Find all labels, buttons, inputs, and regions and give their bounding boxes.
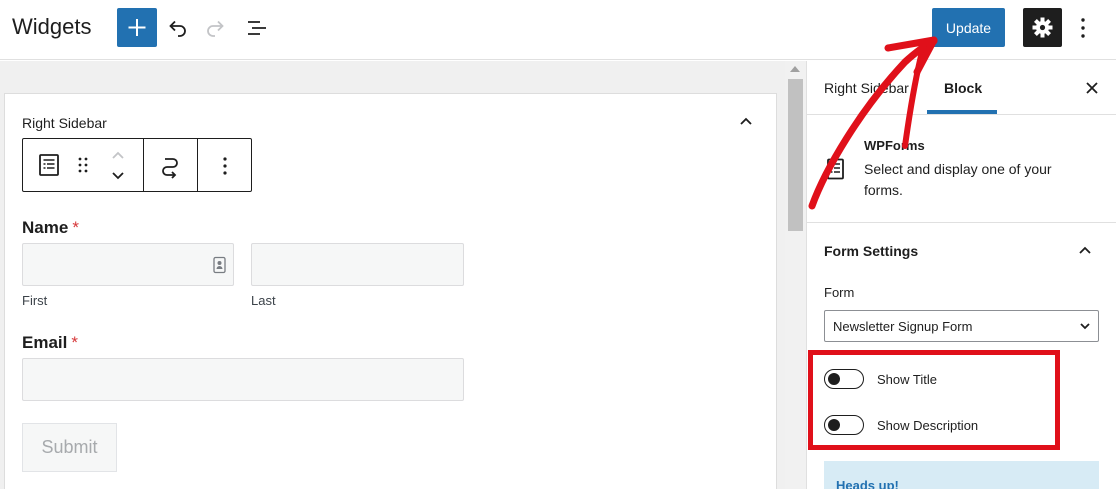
form-select-label: Form [824, 285, 855, 300]
name-label-text: Name [22, 218, 69, 237]
block-card: WPForms Select and display one of your f… [807, 115, 1116, 223]
top-toolbar: Widgets Update [0, 0, 1116, 60]
plus-icon [128, 19, 146, 36]
transform-button[interactable] [156, 152, 184, 180]
first-name-sublabel: First [22, 293, 48, 308]
list-view-icon [248, 21, 266, 35]
toggle-knob [828, 373, 840, 385]
notice-title: Heads up! [836, 478, 899, 489]
page-title: Widgets [12, 14, 92, 39]
heads-up-notice: Heads up! [824, 461, 1099, 489]
redo-button[interactable] [200, 12, 232, 44]
chevron-up-icon [740, 117, 752, 125]
toggle-knob [828, 419, 840, 431]
update-button[interactable]: Update [932, 8, 1005, 47]
redo-icon [207, 20, 224, 37]
vertical-ellipsis-icon [1081, 18, 1085, 38]
close-sidebar-button[interactable] [1082, 78, 1102, 98]
settings-button[interactable] [1023, 8, 1062, 47]
sidebar-tabs: Right Sidebar Block [807, 61, 1116, 115]
last-name-input[interactable] [251, 243, 464, 286]
widget-area-right-sidebar: Right Sidebar Name * First Last Email * … [4, 93, 777, 489]
more-options-button[interactable] [1072, 12, 1096, 44]
scroll-up-arrow-icon[interactable] [790, 66, 800, 72]
contact-card-icon [213, 256, 226, 274]
chevron-down-icon [1080, 323, 1090, 330]
widget-area-collapse-button[interactable] [734, 110, 758, 134]
tab-right-sidebar[interactable]: Right Sidebar [824, 80, 909, 96]
widget-area-title: Right Sidebar [22, 115, 107, 131]
form-select-value: Newsletter Signup Form [833, 319, 973, 334]
close-icon [1086, 82, 1098, 94]
undo-icon [169, 20, 186, 37]
scroll-thumb[interactable] [788, 79, 803, 231]
undo-button[interactable] [161, 12, 193, 44]
block-options-button[interactable] [213, 152, 237, 180]
block-toolbar [22, 138, 252, 192]
list-view-button[interactable] [241, 12, 273, 44]
name-field-label: Name * [22, 218, 79, 238]
form-block-icon [824, 157, 848, 181]
form-block-icon [39, 154, 59, 176]
gear-icon [1032, 17, 1053, 38]
toolbar-divider [197, 139, 198, 191]
chevron-up-icon [1079, 246, 1091, 254]
block-type-button[interactable] [35, 151, 63, 179]
move-down-button[interactable] [107, 166, 129, 184]
settings-sidebar: Right Sidebar Block WPForms Select and d… [806, 61, 1116, 489]
required-marker: * [72, 218, 79, 237]
add-block-button[interactable] [117, 8, 157, 47]
required-marker: * [71, 333, 78, 352]
move-up-button[interactable] [107, 147, 129, 165]
email-field-label: Email * [22, 333, 78, 353]
active-tab-indicator [927, 110, 997, 114]
tab-block[interactable]: Block [944, 80, 982, 96]
email-label-text: Email [22, 333, 68, 352]
show-title-toggle[interactable] [824, 369, 864, 389]
drag-handle-icon [78, 157, 88, 173]
vertical-ellipsis-icon [223, 157, 227, 175]
canvas-scrollbar[interactable] [785, 61, 806, 489]
form-settings-panel-title[interactable]: Form Settings [824, 243, 918, 259]
transform-icon [162, 158, 178, 179]
first-name-input[interactable] [22, 243, 234, 286]
submit-button[interactable]: Submit [22, 423, 117, 472]
email-input[interactable] [22, 358, 464, 401]
last-name-sublabel: Last [251, 293, 276, 308]
drag-handle[interactable] [73, 153, 93, 177]
toolbar-divider [143, 139, 144, 191]
chevron-down-icon [112, 172, 124, 180]
form-select[interactable]: Newsletter Signup Form [824, 310, 1099, 342]
editor-canvas: Right Sidebar Name * First Last Email * … [0, 61, 806, 489]
chevron-up-icon [112, 151, 124, 159]
show-description-label: Show Description [877, 418, 979, 433]
show-title-label: Show Title [877, 372, 937, 387]
form-settings-collapse-button[interactable] [1073, 239, 1097, 263]
block-name: WPForms [864, 138, 925, 153]
block-description: Select and display one of your forms. [864, 161, 1052, 198]
show-description-toggle[interactable] [824, 415, 864, 435]
